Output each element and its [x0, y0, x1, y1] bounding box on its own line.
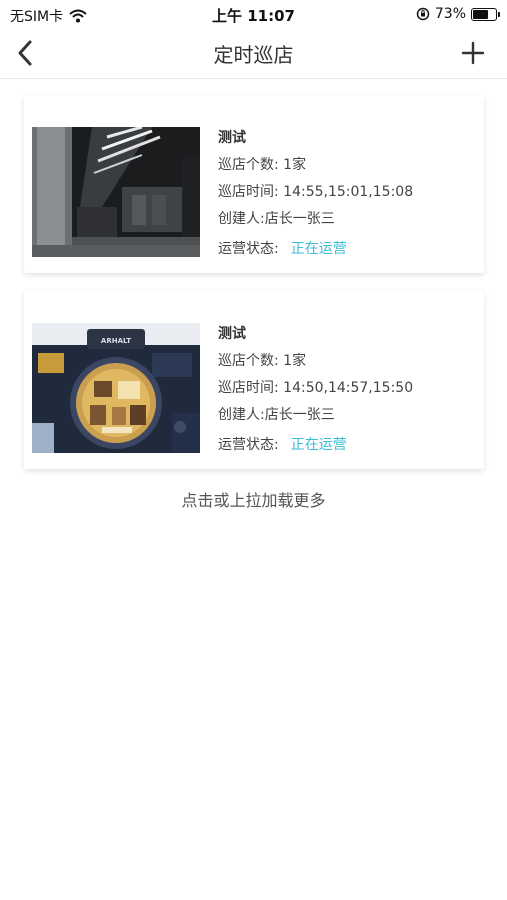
- item-name: 测试: [218, 326, 246, 342]
- orientation-lock-icon: [416, 7, 430, 21]
- store-photo: [32, 127, 200, 257]
- patrol-times: 巡店时间: 14:50,14:57,15:50: [218, 380, 414, 396]
- creator: 创建人:店长一张三: [218, 211, 335, 227]
- list-item[interactable]: ARHALT 测试 巡店个数: 1家 巡店时间: 14:50,14:57,15:…: [24, 291, 484, 469]
- patrol-times: 巡店时间: 14:55,15:01,15:08: [218, 184, 414, 200]
- status-label: 运营状态:: [218, 437, 279, 453]
- camera-brand-text: ARHALT: [101, 337, 131, 345]
- list-item[interactable]: 测试 巡店个数: 1家 巡店时间: 14:55,15:01,15:08 创建人:…: [24, 95, 484, 273]
- battery-icon: [471, 7, 500, 21]
- status-bar: 无SIM卡 上午 11:07 73%: [0, 0, 507, 28]
- load-more-button[interactable]: 点击或上拉加载更多: [0, 487, 507, 511]
- battery-percent: 73%: [434, 6, 466, 22]
- creator: 创建人:店长一张三: [218, 407, 335, 423]
- store-count: 巡店个数: 1家: [218, 157, 307, 173]
- store-count: 巡店个数: 1家: [218, 353, 307, 369]
- status-badge: 正在运营: [290, 241, 347, 257]
- nav-bar: 定时巡店: [0, 28, 507, 79]
- store-photo: ARHALT: [32, 323, 200, 453]
- plus-icon[interactable]: [459, 38, 487, 68]
- status-label: 运营状态:: [218, 241, 279, 257]
- status-badge: 正在运营: [290, 437, 347, 453]
- page-title: 定时巡店: [213, 43, 294, 67]
- item-name: 测试: [218, 130, 246, 146]
